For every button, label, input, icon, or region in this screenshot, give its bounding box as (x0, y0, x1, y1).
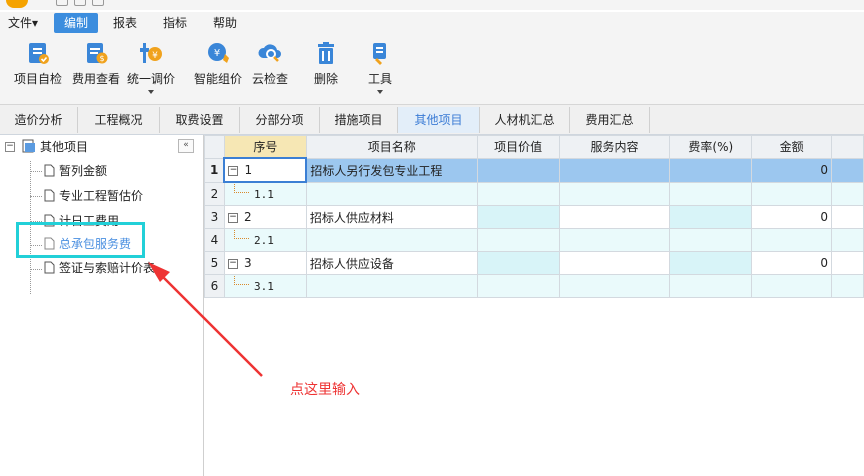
annotation-arrow-icon (148, 262, 263, 377)
annotation-text: 点这里输入 (290, 382, 360, 398)
